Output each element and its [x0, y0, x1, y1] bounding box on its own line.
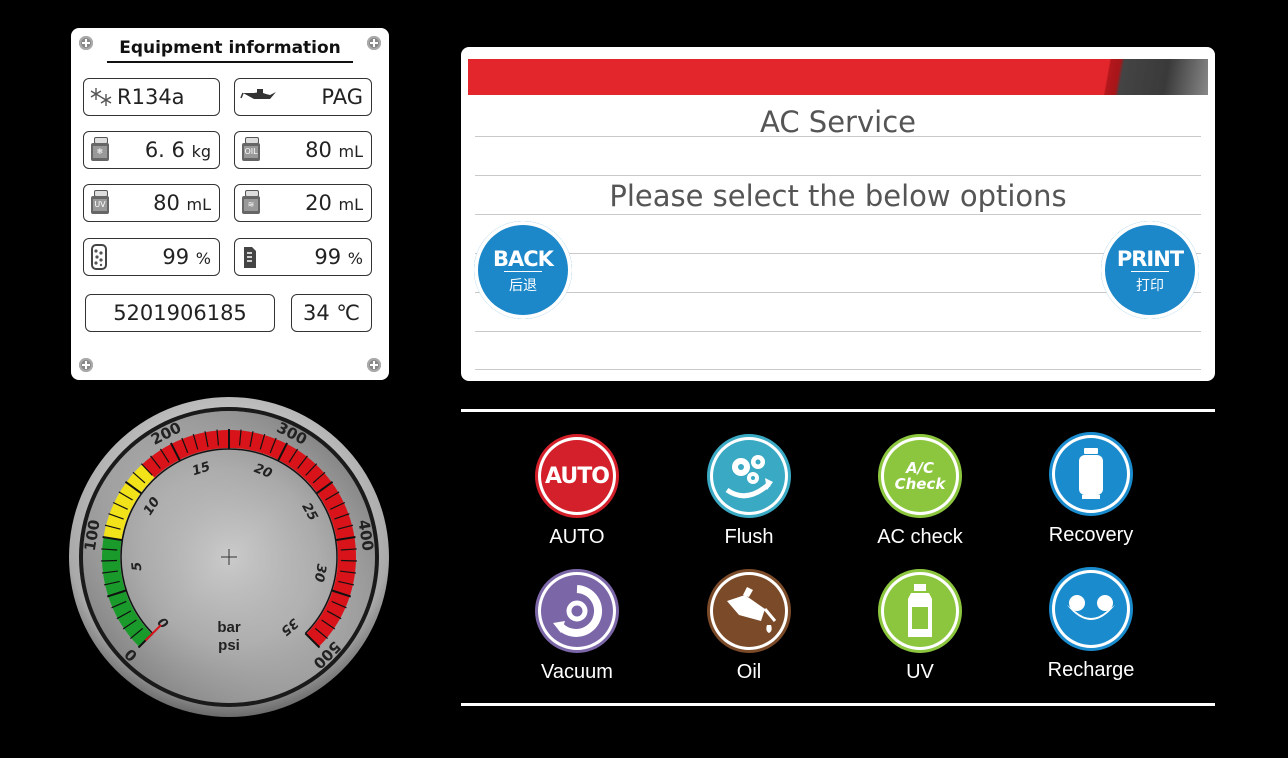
- filter-icon: [89, 244, 111, 270]
- uv-bottle-icon: UV: [89, 190, 111, 216]
- uv-volume: UV 80 mL: [83, 184, 220, 222]
- recharge-icon: [1049, 567, 1133, 651]
- refrigerant-type: R134a: [83, 78, 220, 116]
- refrigerant-value: R134a: [117, 85, 185, 109]
- equipment-title: Equipment information: [71, 38, 389, 63]
- serial-number: 5201906185: [85, 294, 275, 332]
- drain-volume: ≋ 20 mL: [234, 184, 372, 222]
- flush-icon: [707, 434, 791, 518]
- divider-bottom: [461, 703, 1215, 706]
- gauge-bar-label: 30: [311, 563, 329, 583]
- ac-check-button[interactable]: A/C Check AC check: [865, 434, 975, 549]
- oil-icon: [707, 569, 791, 653]
- equipment-info-panel: Equipment information R134a PAG ❄ 6. 6 k…: [71, 28, 389, 380]
- screw-icon: [79, 358, 93, 372]
- header-bar: [468, 59, 1208, 95]
- oil-can-icon: [240, 84, 280, 110]
- gauge-unit-psi: psi: [218, 637, 240, 654]
- back-button[interactable]: BACK 后退: [474, 221, 572, 319]
- print-button[interactable]: PRINT 打印: [1101, 221, 1199, 319]
- auto-icon: AUTO: [535, 434, 619, 518]
- pressure-gauge: 0100200 300400500051015 20253035 bar psi: [69, 397, 389, 717]
- refrigerant-tank-icon: ❄: [89, 137, 111, 163]
- uv-icon: [878, 569, 962, 653]
- oil-volume: OIL 80 mL: [234, 131, 372, 169]
- vacuum-icon: [535, 569, 619, 653]
- gauge-unit-bar: bar: [217, 619, 241, 636]
- recharge-button[interactable]: Recharge: [1036, 567, 1146, 682]
- pump-oil-icon: [240, 244, 262, 270]
- divider-top: [461, 409, 1215, 412]
- uv-button[interactable]: UV: [865, 569, 975, 684]
- ac-check-icon: A/C Check: [878, 434, 962, 518]
- gauge-bar-label: 5: [130, 561, 146, 572]
- flush-button[interactable]: Flush: [694, 434, 804, 549]
- screw-icon: [367, 358, 381, 372]
- page-title: AC Service: [760, 105, 916, 139]
- drain-bottle-icon: ≋: [240, 190, 262, 216]
- instruction-text: Please select the below options: [609, 179, 1067, 213]
- snowflake-icon: [89, 84, 112, 110]
- service-display: AC Service Please select the below optio…: [461, 47, 1215, 381]
- recovery-icon: [1049, 432, 1133, 516]
- vacuum-button[interactable]: Vacuum: [522, 569, 632, 684]
- recovery-button[interactable]: Recovery: [1036, 432, 1146, 547]
- oil-bottle-icon: OIL: [240, 137, 262, 163]
- refrigerant-weight: ❄ 6. 6 kg: [83, 131, 220, 169]
- oil-type-value: PAG: [321, 85, 363, 109]
- oil-button[interactable]: Oil: [694, 569, 804, 684]
- oil-type: PAG: [234, 78, 372, 116]
- auto-button[interactable]: AUTO AUTO: [522, 434, 632, 549]
- temperature: 34 ℃: [291, 294, 372, 332]
- pump-oil-level: 99 %: [234, 238, 372, 276]
- filter-life: 99 %: [83, 238, 220, 276]
